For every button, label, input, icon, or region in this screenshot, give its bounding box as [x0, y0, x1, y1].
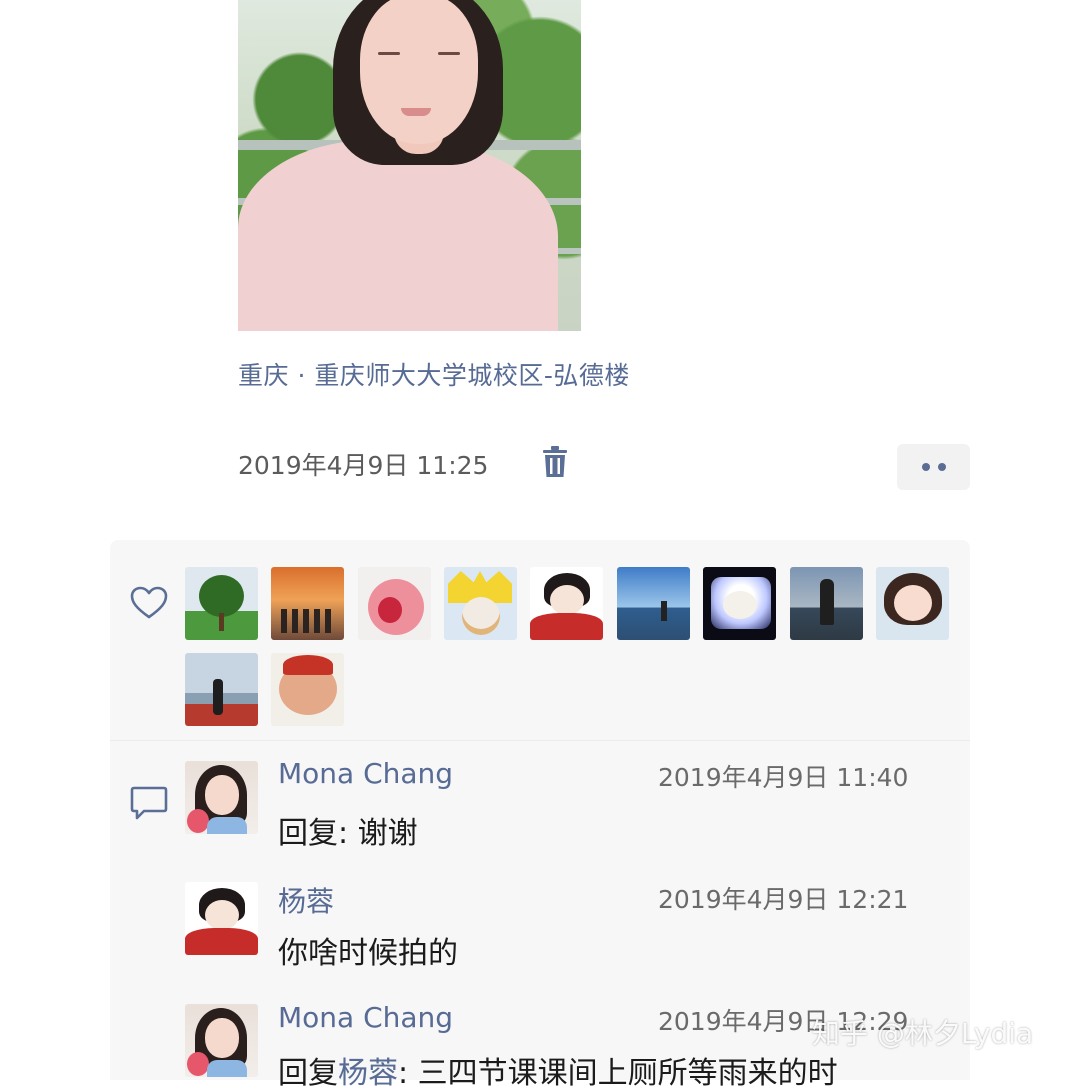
post-timestamp: 2019年4月9日 11:25 — [238, 451, 489, 480]
comment-bubble-icon — [130, 786, 168, 820]
heart-icon — [130, 586, 168, 619]
comment-avatar[interactable] — [185, 882, 258, 955]
mention-link[interactable]: 杨蓉 — [338, 1056, 398, 1091]
comment-avatar[interactable] — [185, 1004, 258, 1077]
liker-avatar[interactable] — [271, 653, 344, 726]
comment-text[interactable]: 回复: 谢谢 — [278, 808, 418, 852]
liker-avatar[interactable] — [444, 567, 517, 640]
liker-avatar[interactable] — [271, 567, 344, 640]
comment-author[interactable]: Mona Chang — [278, 1001, 453, 1034]
comment-text[interactable]: 回复杨蓉: 三四节课课间上厕所等雨来的时 — [278, 1048, 838, 1092]
comment-author[interactable]: 杨蓉 — [278, 880, 334, 920]
liker-avatar[interactable] — [358, 567, 431, 640]
more-dots-icon — [921, 463, 930, 471]
more-button[interactable] — [897, 444, 970, 490]
liker-avatar[interactable] — [185, 567, 258, 640]
comment-author[interactable]: Mona Chang — [278, 757, 453, 790]
comment-time: 2019年4月9日 12:21 — [658, 885, 909, 914]
liker-avatar[interactable] — [790, 567, 863, 640]
trash-icon[interactable] — [541, 446, 569, 478]
comment-avatar[interactable] — [185, 761, 258, 834]
post-location[interactable]: 重庆 · 重庆师大大学城校区-弘德楼 — [238, 356, 630, 392]
watermark: 知乎 @林夕Lydia — [812, 1017, 1034, 1050]
liker-avatar[interactable] — [876, 567, 949, 640]
comment-text[interactable]: 你啥时候拍的 — [278, 928, 458, 972]
liker-avatar[interactable] — [530, 567, 603, 640]
liker-avatar[interactable] — [703, 567, 776, 640]
liker-avatar[interactable] — [185, 653, 258, 726]
post-photo[interactable] — [238, 0, 581, 331]
comment-time: 2019年4月9日 11:40 — [658, 763, 909, 792]
liker-avatar[interactable] — [617, 567, 690, 640]
